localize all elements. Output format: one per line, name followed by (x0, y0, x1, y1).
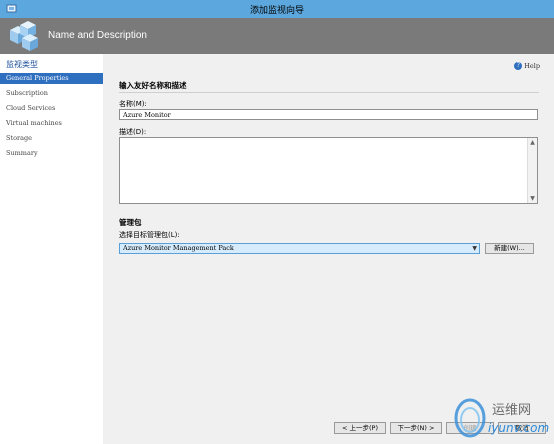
wizard-steps-sidebar: 监视类型 General Properties Subscription Clo… (0, 54, 103, 444)
section-title-pack: 管理包 (119, 218, 142, 227)
new-pack-button[interactable]: 新建(W)... (485, 243, 534, 254)
cancel-button[interactable]: 取消 (498, 422, 546, 434)
description-label: 描述(D): (119, 128, 147, 136)
sidebar-title: 监视类型 (6, 60, 38, 69)
create-button[interactable]: 创建 (446, 422, 494, 434)
step-cloud-services[interactable]: Cloud Services (0, 103, 103, 114)
step-virtual-machines[interactable]: Virtual machines (0, 118, 103, 129)
next-button[interactable]: 下一步(N) > (390, 422, 442, 434)
scroll-up-arrow-icon[interactable]: ▲ (528, 138, 537, 147)
management-pack-select[interactable]: Azure Monitor Management Pack ▼ (119, 243, 480, 254)
help-link[interactable]: ? Help (514, 62, 540, 70)
step-storage[interactable]: Storage (0, 133, 103, 144)
name-input[interactable]: Azure Monitor (119, 109, 538, 120)
window-title: 添加监视向导 (249, 6, 304, 16)
main-panel: ? Help 输入友好名称和描述 名称(M): Azure Monitor 描述(… (103, 54, 554, 412)
section-title-name: 输入友好名称和描述 (119, 81, 187, 90)
page-heading: Name and Description (48, 30, 147, 41)
section-divider (119, 92, 539, 93)
step-summary[interactable]: Summary (0, 148, 103, 159)
management-pack-value: Azure Monitor Management Pack (123, 244, 234, 252)
title-bar: 添加监视向导 (0, 0, 554, 19)
name-label: 名称(M): (119, 100, 147, 108)
step-subscription[interactable]: Subscription (0, 88, 103, 99)
scroll-down-arrow-icon[interactable]: ▼ (528, 194, 537, 203)
wizard-footer: < 上一步(P) 下一步(N) > 创建 取消 (103, 412, 554, 444)
cube-stack-icon (10, 21, 38, 51)
description-scrollbar[interactable]: ▲ ▼ (527, 138, 537, 203)
previous-button[interactable]: < 上一步(P) (334, 422, 386, 434)
pack-label: 选择目标管理包(L): (119, 231, 180, 239)
help-icon: ? (514, 62, 523, 70)
description-textarea[interactable]: ▲ ▼ (119, 137, 538, 204)
help-label: Help (524, 62, 540, 70)
step-general-properties[interactable]: General Properties (0, 73, 103, 84)
header-banner: Name and Description (0, 18, 554, 54)
chevron-down-icon: ▼ (472, 245, 477, 252)
